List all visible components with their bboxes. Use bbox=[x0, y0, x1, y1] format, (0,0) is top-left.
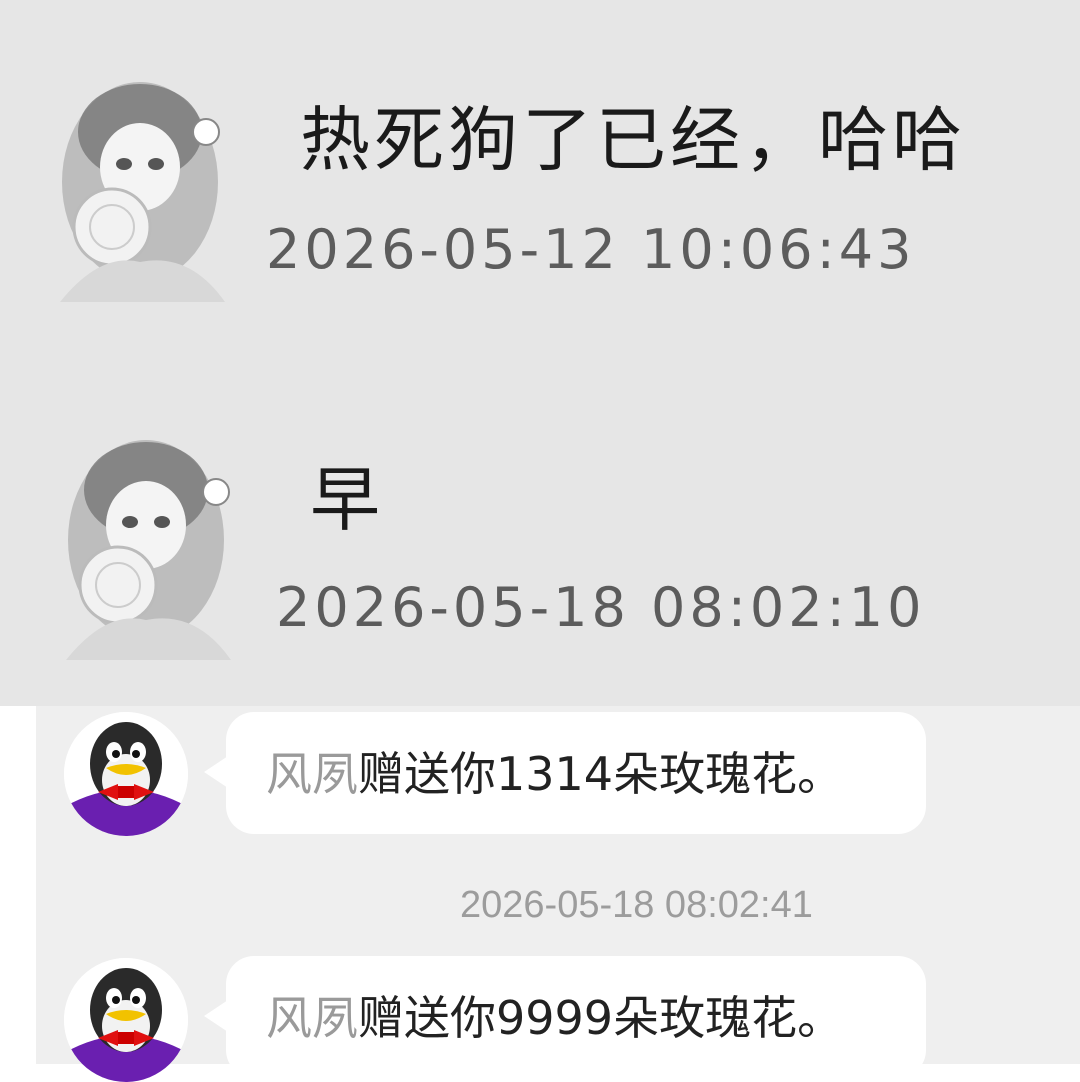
gift-message-bubble[interactable]: 风夙赠送你1314朵玫瑰花。 bbox=[204, 712, 926, 834]
gift-message-text: 风夙赠送你9999朵玫瑰花。 bbox=[266, 982, 843, 1048]
message-text: 早 bbox=[310, 459, 384, 541]
gift-message-text: 风夙赠送你1314朵玫瑰花。 bbox=[266, 738, 843, 804]
message-timestamp: 2026-05-12 10:06:43 bbox=[266, 218, 916, 281]
message-timestamp: 2026-05-18 08:02:10 bbox=[276, 576, 926, 639]
anime-girl-avatar-icon[interactable] bbox=[46, 420, 246, 670]
gift-message-bubble[interactable]: 风夙赠送你9999朵玫瑰花。 bbox=[204, 956, 926, 1078]
qq-penguin-avatar-icon[interactable] bbox=[64, 712, 188, 836]
anime-girl-avatar-icon[interactable] bbox=[40, 62, 240, 312]
sender-name[interactable]: 风夙 bbox=[266, 991, 358, 1045]
panel-margin bbox=[0, 706, 36, 1064]
message-text: 热死狗了已经，哈哈 bbox=[300, 99, 966, 181]
chat-timestamp: 2026-05-18 08:02:41 bbox=[460, 884, 813, 926]
gift-message-content: 赠送你9999朵玫瑰花。 bbox=[358, 991, 844, 1045]
qq-penguin-avatar-icon[interactable] bbox=[64, 958, 188, 1082]
gift-message-content: 赠送你1314朵玫瑰花。 bbox=[358, 747, 844, 801]
sender-name[interactable]: 风夙 bbox=[266, 747, 358, 801]
